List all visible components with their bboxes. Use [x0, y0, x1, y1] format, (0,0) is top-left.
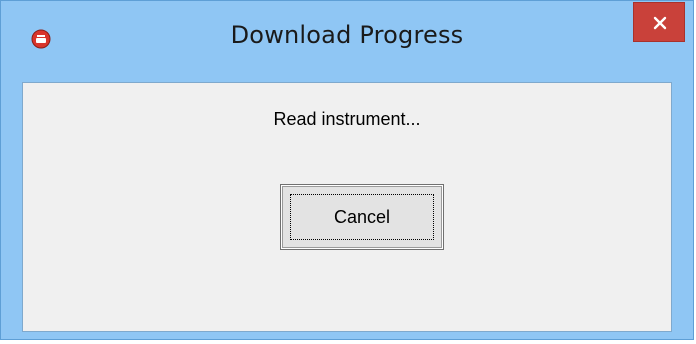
close-button[interactable] [633, 2, 685, 42]
status-message: Read instrument... [273, 109, 421, 129]
window-title: Download Progress [230, 21, 464, 49]
cancel-button[interactable]: Cancel [280, 184, 444, 250]
cancel-button-label: Cancel [333, 206, 391, 227]
dialog-window: Download Progress Read instrument... Can… [0, 0, 694, 340]
dialog-body: Read instrument... Cancel [22, 82, 672, 332]
close-icon [653, 16, 667, 30]
title-bar[interactable]: Download Progress [1, 1, 693, 81]
